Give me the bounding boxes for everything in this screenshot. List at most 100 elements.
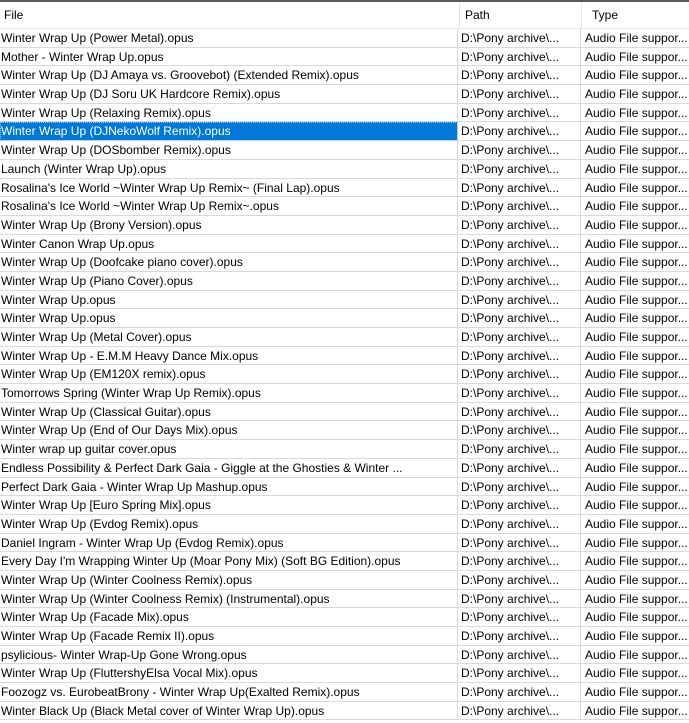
- list-item[interactable]: Winter Wrap Up (Piano Cover).opus D:\Pony…: [0, 271, 689, 291]
- column-header-path[interactable]: Path: [460, 2, 582, 28]
- file-cell: Winter Wrap Up (Doofcake piano cover).op…: [0, 253, 458, 272]
- list-item[interactable]: Launch (Winter Wrap Up).opus D:\Pony arch…: [0, 159, 689, 179]
- path-cell: D:\Pony archive\...: [458, 533, 581, 553]
- file-cell: Winter Wrap Up - E.M.M Heavy Dance Mix.o…: [0, 346, 458, 366]
- list-item[interactable]: Winter Black Up (Black Metal cover of Wi…: [0, 701, 689, 721]
- file-cell: Winter Wrap Up.opus: [0, 290, 458, 310]
- path-cell: D:\Pony archive\...: [458, 66, 581, 86]
- type-cell: Audio File suppor...: [581, 627, 689, 646]
- file-cell: Winter Wrap Up (Classical Guitar).opus: [0, 402, 458, 422]
- path-cell: D:\Pony archive\...: [458, 47, 581, 67]
- list-item[interactable]: Winter Wrap Up [Euro Spring Mix].opus D:\…: [0, 496, 689, 515]
- list-item[interactable]: Endless Possibility & Perfect Dark Gaia …: [0, 458, 689, 478]
- file-cell: Winter Wrap Up (DJNekoWolf Remix).opus: [0, 122, 458, 142]
- type-cell: Audio File suppor...: [581, 478, 689, 497]
- list-item[interactable]: Winter Wrap Up (EM120X remix).opus D:\Pon…: [0, 365, 689, 385]
- file-cell: Launch (Winter Wrap Up).opus: [0, 159, 458, 179]
- path-cell: D:\Pony archive\...: [458, 253, 581, 272]
- list-item[interactable]: Winter Wrap Up (FluttershyElsa Vocal Mix…: [0, 664, 689, 684]
- type-cell: Audio File suppor...: [581, 29, 689, 48]
- list-item[interactable]: Winter Wrap Up.opus D:\Pony archive\... Au…: [0, 309, 689, 328]
- type-cell: Audio File suppor...: [581, 291, 689, 310]
- path-cell: D:\Pony archive\...: [458, 458, 581, 478]
- list-item[interactable]: Winter Canon Wrap Up.opus D:\Pony archive…: [0, 234, 689, 254]
- list-item[interactable]: Winter Wrap Up (Metal Cover).opus D:\Pony…: [0, 328, 689, 347]
- file-cell: Winter wrap up guitar cover.opus: [0, 440, 458, 459]
- list-item[interactable]: Mother - Winter Wrap Up.opus D:\Pony arch…: [0, 47, 689, 67]
- type-cell: Audio File suppor...: [581, 253, 689, 272]
- type-cell: Audio File suppor...: [581, 590, 689, 609]
- path-cell: D:\Pony archive\...: [458, 290, 581, 310]
- list-item[interactable]: Winter Wrap Up (Facade Mix).opus D:\Pony …: [0, 608, 689, 627]
- path-cell: D:\Pony archive\...: [458, 309, 581, 328]
- file-cell: Rosalina's Ice World ~Winter Wrap Up Rem…: [0, 197, 458, 216]
- list-item[interactable]: psylicious- Winter Wrap-Up Gone Wrong.op…: [0, 645, 689, 665]
- path-cell: D:\Pony archive\...: [458, 552, 581, 571]
- list-item[interactable]: Perfect Dark Gaia - Winter Wrap Up Mashu…: [0, 477, 689, 497]
- file-cell: Winter Wrap Up (FluttershyElsa Vocal Mix…: [0, 664, 458, 684]
- file-cell: Winter Wrap Up [Euro Spring Mix].opus: [0, 496, 458, 515]
- type-cell: Audio File suppor...: [581, 216, 689, 235]
- list-item[interactable]: Winter Wrap Up (Brony Version).opus D:\Po…: [0, 215, 689, 235]
- file-cell: Winter Black Up (Black Metal cover of Wi…: [0, 701, 458, 721]
- file-cell: Perfect Dark Gaia - Winter Wrap Up Mashu…: [0, 477, 458, 497]
- list-item[interactable]: Winter wrap up guitar cover.opus D:\Pony …: [0, 440, 689, 459]
- list-item[interactable]: Winter Wrap Up (Facade Remix II).opus D:\…: [0, 627, 689, 646]
- list-item[interactable]: Winter Wrap Up (Doofcake piano cover).op…: [0, 253, 689, 272]
- file-cell: Winter Wrap Up (Relaxing Remix).opus: [0, 103, 458, 123]
- list-item[interactable]: Winter Wrap Up (Power Metal).opus D:\Pony…: [0, 29, 689, 48]
- type-cell: Audio File suppor...: [581, 309, 689, 328]
- list-item[interactable]: Every Day I'm Wrapping Winter Up (Moar P…: [0, 552, 689, 571]
- file-cell: Winter Wrap Up.opus: [0, 309, 458, 328]
- list-item[interactable]: Winter Wrap Up (DJ Soru UK Hardcore Remi…: [0, 85, 689, 104]
- list-item[interactable]: Tomorrows Spring (Winter Wrap Up Remix).…: [0, 384, 689, 403]
- column-header-file[interactable]: File: [0, 2, 460, 28]
- list-item[interactable]: Winter Wrap Up (Winter Coolness Remix).o…: [0, 570, 689, 590]
- list-item[interactable]: Rosalina's Ice World ~Winter Wrap Up Rem…: [0, 178, 689, 198]
- type-cell: Audio File suppor...: [581, 664, 689, 684]
- path-cell: D:\Pony archive\...: [458, 589, 581, 609]
- path-cell: D:\Pony archive\...: [458, 570, 581, 590]
- type-cell: Audio File suppor...: [581, 197, 689, 216]
- type-cell: Audio File suppor...: [581, 48, 689, 67]
- type-cell: Audio File suppor...: [581, 141, 689, 160]
- type-cell: Audio File suppor...: [581, 571, 689, 590]
- list-item[interactable]: Winter Wrap Up (Relaxing Remix).opus D:\P…: [0, 103, 689, 123]
- file-cell: Winter Wrap Up (DJ Soru UK Hardcore Remi…: [0, 85, 458, 104]
- type-cell: Audio File suppor...: [581, 459, 689, 478]
- list-item[interactable]: Winter Wrap Up - E.M.M Heavy Dance Mix.o…: [0, 346, 689, 366]
- file-cell: Foozogz vs. EurobeatBrony - Winter Wrap …: [0, 683, 458, 702]
- list-item[interactable]: Daniel Ingram - Winter Wrap Up (Evdog Re…: [0, 533, 689, 553]
- file-cell: Winter Wrap Up (Facade Remix II).opus: [0, 627, 458, 646]
- path-cell: D:\Pony archive\...: [458, 29, 581, 48]
- list-item[interactable]: Winter Wrap Up (DJNekoWolf Remix).opus D:…: [0, 122, 689, 142]
- path-cell: D:\Pony archive\...: [458, 103, 581, 123]
- type-cell: Audio File suppor...: [581, 328, 689, 347]
- file-cell: Winter Wrap Up (Evdog Remix).opus: [0, 514, 458, 534]
- file-cell: Winter Wrap Up (DOSbomber Remix).opus: [0, 141, 458, 160]
- path-cell: D:\Pony archive\...: [458, 141, 581, 160]
- column-header-type[interactable]: Type: [582, 2, 689, 28]
- list-item[interactable]: Winter Wrap Up (Classical Guitar).opus D:…: [0, 402, 689, 422]
- file-list-view[interactable]: File Path Type Winter Wrap Up (Power Met…: [0, 0, 689, 723]
- file-cell: Winter Wrap Up (End of Our Days Mix).opu…: [0, 421, 458, 441]
- type-cell: Audio File suppor...: [581, 272, 689, 291]
- path-cell: D:\Pony archive\...: [458, 365, 581, 385]
- list-item[interactable]: Winter Wrap Up (Winter Coolness Remix) (…: [0, 589, 689, 609]
- list-item[interactable]: Winter Wrap Up (Evdog Remix).opus D:\Pony…: [0, 514, 689, 534]
- list-body: Winter Wrap Up (Power Metal).opus D:\Pony…: [0, 29, 689, 721]
- list-item[interactable]: Winter Wrap Up.opus D:\Pony archive\... Au…: [0, 290, 689, 310]
- list-item[interactable]: Foozogz vs. EurobeatBrony - Winter Wrap …: [0, 683, 689, 702]
- file-cell: Winter Wrap Up (Facade Mix).opus: [0, 608, 458, 627]
- list-item[interactable]: Winter Wrap Up (End of Our Days Mix).opu…: [0, 421, 689, 441]
- list-item[interactable]: Rosalina's Ice World ~Winter Wrap Up Rem…: [0, 197, 689, 216]
- type-cell: Audio File suppor...: [581, 496, 689, 515]
- type-cell: Audio File suppor...: [581, 122, 689, 142]
- type-cell: Audio File suppor...: [581, 515, 689, 534]
- file-cell: Winter Wrap Up (Metal Cover).opus: [0, 328, 458, 347]
- file-cell: Winter Wrap Up (EM120X remix).opus: [0, 365, 458, 385]
- list-item[interactable]: Winter Wrap Up (DOSbomber Remix).opus D:\…: [0, 141, 689, 160]
- list-item[interactable]: Winter Wrap Up (DJ Amaya vs. Groovebot) …: [0, 66, 689, 86]
- path-cell: D:\Pony archive\...: [458, 664, 581, 684]
- type-cell: Audio File suppor...: [581, 421, 689, 441]
